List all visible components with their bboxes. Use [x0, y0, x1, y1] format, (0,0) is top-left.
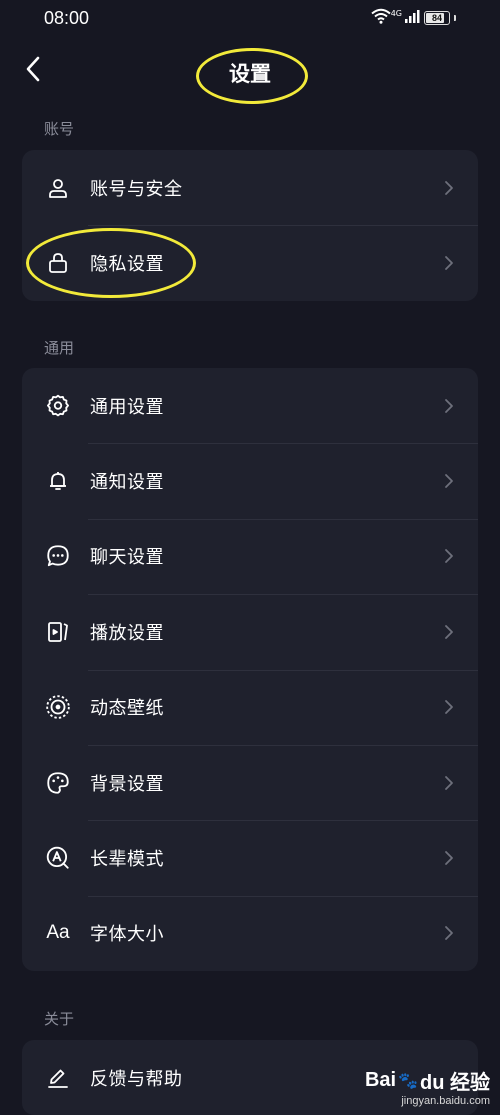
battery-icon: 84: [424, 11, 450, 25]
row-elder-mode[interactable]: 长辈模式: [22, 820, 478, 895]
row-label: 聊天设置: [90, 547, 164, 569]
baidu-jingyan-watermark: Bai 🐾 du 经验 jingyan.baidu.com: [365, 1066, 490, 1107]
row-label: 字体大小: [90, 924, 164, 946]
chevron-right-icon: [442, 471, 456, 491]
row-playback-settings[interactable]: 播放设置: [22, 594, 478, 669]
row-label: 反馈与帮助: [90, 1068, 183, 1090]
section-label-about: 关于: [44, 1010, 75, 1028]
row-dynamic-wallpaper[interactable]: 动态壁纸: [22, 669, 478, 745]
section-label-account: 账号: [44, 120, 75, 138]
watermark-logo-right: du 经验: [420, 1072, 490, 1094]
signal-icon: [404, 8, 420, 28]
row-label: 通知设置: [90, 472, 164, 494]
row-notification-settings[interactable]: 通知设置: [22, 443, 478, 518]
watermark-url: jingyan.baidu.com: [401, 1095, 490, 1107]
paw-icon: 🐾: [398, 1072, 418, 1090]
page-title: 设置: [229, 62, 271, 86]
dynamic-wallpaper-icon: [44, 693, 72, 721]
lock-icon: [44, 249, 72, 277]
wifi-icon: [371, 8, 391, 28]
font-size-icon: Aa: [44, 919, 72, 947]
section-label-general: 通用: [44, 339, 75, 357]
chevron-right-icon: [442, 253, 456, 273]
elder-mode-icon: [44, 844, 72, 872]
chevron-right-icon: [442, 178, 456, 198]
battery-cap: [454, 15, 456, 21]
watermark-logo-left: Bai: [364, 1069, 397, 1091]
network-type: 4G: [390, 8, 402, 18]
account-card: 账号与安全 隐私设置: [22, 150, 478, 301]
row-background-settings[interactable]: 背景设置: [22, 744, 478, 820]
chevron-right-icon: [442, 396, 456, 416]
status-bar: 08:00 4G 84: [0, 0, 500, 38]
status-time: 08:00: [44, 8, 90, 28]
gear-icon: [44, 392, 72, 420]
row-label: 通用设置: [90, 396, 164, 418]
row-label: 账号与安全: [90, 178, 183, 200]
watermark-logo: Bai 🐾 du 经验: [365, 1066, 490, 1095]
row-general-settings[interactable]: 通用设置: [22, 368, 478, 443]
row-label: 长辈模式: [90, 849, 164, 871]
font-size-icon-text: Aa: [46, 922, 70, 944]
chevron-right-icon: [442, 773, 456, 793]
row-font-size[interactable]: Aa 字体大小: [22, 895, 478, 971]
row-label: 动态壁纸: [90, 698, 164, 720]
general-card: 通用设置 通知设置 聊天设置 播放设置 动态壁纸 背景设置 长辈模式 Aa 字体…: [22, 368, 478, 972]
battery-level: 84: [431, 13, 442, 23]
row-label: 播放设置: [90, 622, 164, 644]
chat-bubble-icon: [44, 542, 72, 570]
row-label: 隐私设置: [90, 254, 164, 276]
bell-icon: [44, 467, 72, 495]
palette-icon: [44, 769, 72, 797]
user-icon: [44, 174, 72, 202]
pencil-icon: [44, 1064, 72, 1092]
row-chat-settings[interactable]: 聊天设置: [22, 518, 478, 594]
status-icons: 4G 84: [371, 9, 456, 27]
row-privacy-settings[interactable]: 隐私设置: [22, 225, 478, 300]
chevron-right-icon: [442, 923, 456, 943]
row-label: 背景设置: [90, 773, 164, 795]
header: 设置: [0, 44, 500, 104]
chevron-right-icon: [442, 622, 456, 642]
chevron-right-icon: [442, 848, 456, 868]
row-account-security[interactable]: 账号与安全: [22, 150, 478, 225]
chevron-right-icon: [442, 697, 456, 717]
play-panel-icon: [44, 618, 72, 646]
chevron-right-icon: [442, 546, 456, 566]
